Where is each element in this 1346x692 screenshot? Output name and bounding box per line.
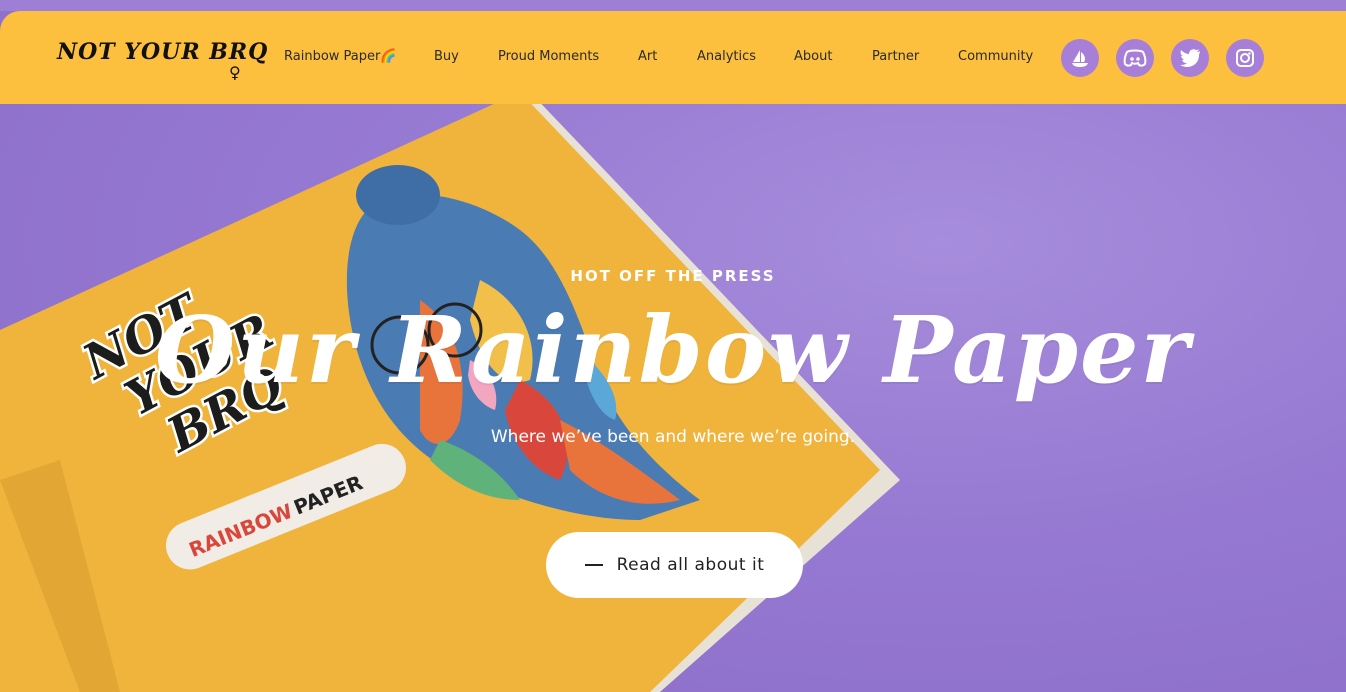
- nav-item-about[interactable]: About: [794, 49, 832, 64]
- dash-icon: [584, 564, 603, 566]
- venus-icon: ♀: [229, 63, 241, 82]
- opensea-button[interactable]: [1061, 39, 1099, 77]
- instagram-button[interactable]: [1226, 39, 1264, 77]
- nav-item-partner[interactable]: Partner: [872, 49, 919, 64]
- hero-title: Our Rainbow Paper: [154, 296, 1192, 404]
- twitter-icon: [1180, 49, 1200, 67]
- nav-item-art[interactable]: Art: [638, 49, 657, 64]
- nav-item-analytics[interactable]: Analytics: [697, 49, 756, 64]
- nav-item-proud-moments[interactable]: Proud Moments: [498, 49, 599, 64]
- opensea-icon: [1072, 50, 1088, 67]
- discord-button[interactable]: [1116, 39, 1154, 77]
- instagram-icon: [1236, 49, 1254, 67]
- twitter-button[interactable]: [1171, 39, 1209, 77]
- site-logo[interactable]: NOT YOUR BRQ: [57, 39, 268, 65]
- nav-item-buy[interactable]: Buy: [434, 49, 459, 64]
- hero-kicker: HOT OFF THE PRESS: [570, 267, 776, 285]
- site-header: NOT YOUR BRQ ♀ Rainbow Paper🌈 Buy Proud …: [0, 11, 1346, 104]
- read-all-button[interactable]: Read all about it: [546, 532, 803, 598]
- nav-item-community[interactable]: Community: [958, 49, 1033, 64]
- discord-icon: [1123, 49, 1147, 67]
- nav-item-rainbow-paper[interactable]: Rainbow Paper🌈: [284, 49, 397, 64]
- read-all-button-label: Read all about it: [616, 555, 765, 575]
- hero-subtitle: Where we’ve been and where we’re going.: [490, 427, 856, 447]
- top-strip: [0, 0, 1346, 11]
